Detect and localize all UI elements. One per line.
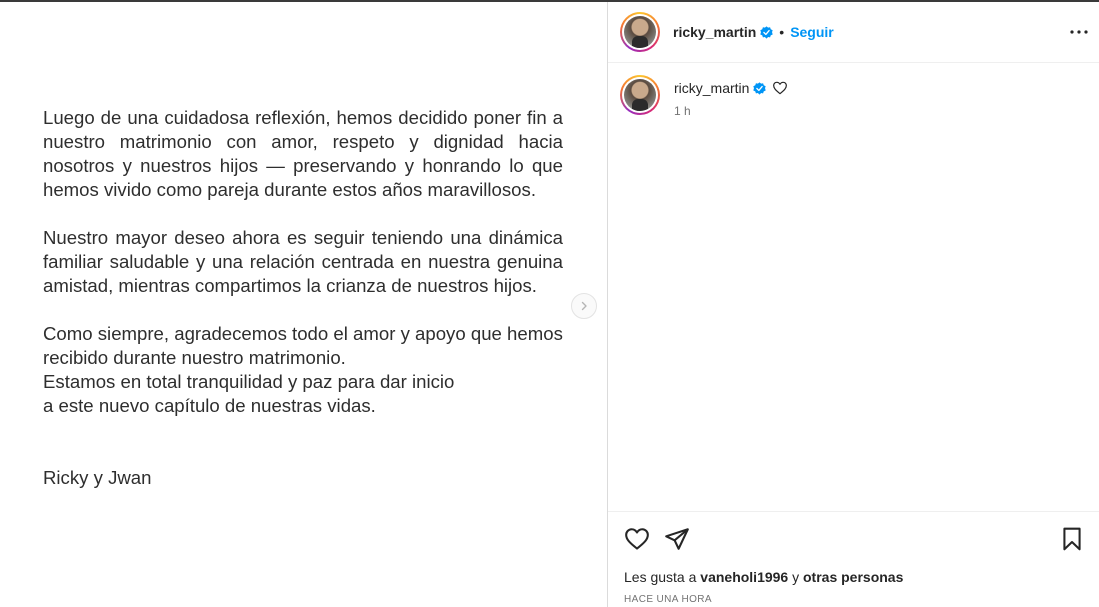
post-side-panel: ricky_martin • Seguir ricky_martin 1 h L… xyxy=(608,2,1099,607)
caption-avatar-image xyxy=(624,79,656,111)
likes-mid: y xyxy=(788,569,803,585)
likes-prefix: Les gusta a xyxy=(624,569,701,585)
more-horizontal-icon xyxy=(1070,30,1088,34)
instagram-post-window: Luego de una cuidadosa reflexión, hemos … xyxy=(0,0,1099,607)
chevron-right-icon xyxy=(581,301,587,311)
header-separator: • xyxy=(779,24,785,40)
post-media: Luego de una cuidadosa reflexión, hemos … xyxy=(0,2,608,607)
caption-avatar[interactable] xyxy=(620,75,660,115)
like-heart-icon[interactable] xyxy=(624,526,650,552)
post-actions-footer: Les gusta a vaneholi1996 y otras persona… xyxy=(608,511,1099,607)
caption-username[interactable]: ricky_martin xyxy=(674,80,749,96)
likes-summary: Les gusta a vaneholi1996 y otras persona… xyxy=(624,569,903,585)
follow-button[interactable]: Seguir xyxy=(790,24,834,40)
comments-section: ricky_martin 1 h xyxy=(608,63,1099,511)
like-caption-heart-icon[interactable] xyxy=(772,80,788,96)
avatar[interactable] xyxy=(620,12,660,52)
share-paper-plane-icon[interactable] xyxy=(664,526,690,552)
caption-row: ricky_martin 1 h xyxy=(620,75,1087,118)
statement-paragraph-3: Como siempre, agradecemos todo el amor y… xyxy=(43,323,563,368)
caption-timestamp: 1 h xyxy=(674,104,691,118)
save-bookmark-icon[interactable] xyxy=(1059,526,1085,552)
avatar-image xyxy=(624,16,656,48)
verified-badge-icon xyxy=(753,81,767,95)
likes-user-link[interactable]: vaneholi1996 xyxy=(700,569,788,585)
header-username[interactable]: ricky_martin xyxy=(673,24,756,40)
statement-signature: Ricky y Jwan xyxy=(43,467,152,488)
likes-others-link[interactable]: otras personas xyxy=(803,569,903,585)
next-image-button[interactable] xyxy=(571,293,597,319)
post-header: ricky_martin • Seguir xyxy=(608,2,1099,63)
statement-paragraph-1: Luego de una cuidadosa reflexión, hemos … xyxy=(43,107,563,200)
post-timestamp[interactable]: HACE UNA HORA xyxy=(624,594,712,605)
verified-badge-icon xyxy=(760,25,773,39)
statement-paragraph-2: Nuestro mayor deseo ahora es seguir teni… xyxy=(43,227,563,296)
statement-paragraph-5: a este nuevo capítulo de nuestras vidas. xyxy=(43,395,376,416)
more-options-button[interactable] xyxy=(1069,22,1089,42)
post-image-text: Luego de una cuidadosa reflexión, hemos … xyxy=(43,106,563,514)
statement-paragraph-4: Estamos en total tranquilidad y paz para… xyxy=(43,371,455,392)
